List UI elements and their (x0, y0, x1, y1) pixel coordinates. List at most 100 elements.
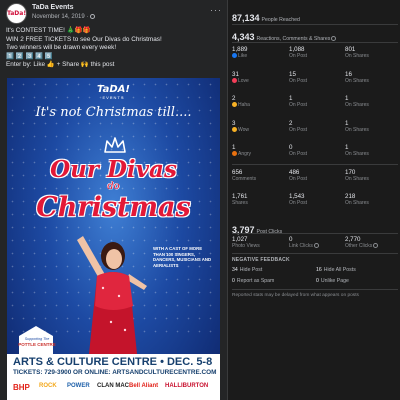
stat-label: On Shares (345, 102, 369, 108)
divider (232, 233, 398, 234)
stat-label-row: Haha (232, 102, 287, 108)
stat-label-row: Shares (232, 200, 287, 206)
stat-label: Comments (232, 175, 257, 182)
reaction-stat-on-shares: 170 On Shares (345, 169, 400, 182)
stat-label-row: On Shares (345, 78, 400, 84)
reaction-stat-on-post: 1,543 On Post (289, 193, 344, 206)
sponsor-logo: CLAN MAC (97, 383, 129, 389)
stat-label-row: On Shares (345, 127, 400, 133)
stat-label-row: On Post (289, 53, 344, 59)
stat-label: On Post (289, 77, 308, 84)
divider (232, 164, 398, 165)
negative-unlike-page: 0 Unlike Page (316, 278, 349, 284)
negative-label: Report as Spam (236, 278, 275, 284)
stat-label: On Post (289, 53, 308, 59)
info-icon[interactable] (373, 243, 379, 248)
stat-label-row: Angry (232, 151, 287, 157)
poster-title-line1: Our Divas (50, 156, 177, 183)
stat-label-row: On Shares (345, 176, 400, 182)
stat-label: Shares (232, 200, 248, 206)
negative-value: 16 (316, 267, 322, 273)
stat-label: On Shares (345, 151, 369, 157)
click-value: 2,770 (345, 236, 361, 243)
stat-label: On Shares (345, 175, 369, 182)
stats-disclaimer: Reported stats may be delayed from what … (232, 293, 359, 298)
poster-tagline: It's not Christmas till.... (35, 105, 192, 120)
stat-value: 2 (289, 119, 293, 127)
stat-value: 16 (345, 70, 352, 78)
reaction-stat-on-shares: 218 On Shares (345, 193, 400, 206)
sponsor-logo: BHP (13, 383, 30, 392)
stat-label: On Shares (345, 126, 369, 133)
post-text-line: Enter by: Like 👍 + Share 🙌 this post (6, 61, 115, 69)
stat-value: 2 (232, 95, 236, 102)
sponsor-name-text: POTTLE CENTRE (18, 342, 56, 347)
stat-label: Angry (238, 151, 252, 157)
stat-value: 801 (345, 46, 356, 53)
post-image-poster[interactable]: TaDA! EVENTS It's not Christmas till....… (7, 78, 220, 400)
stat-value: 0 (289, 144, 293, 151)
click-label: Photo Views (232, 243, 260, 249)
click-col-other-clicks: 2,770 Other Clicks (345, 236, 400, 249)
divider (232, 42, 398, 43)
info-icon[interactable] (313, 243, 319, 248)
post-text-line: Two winners will be drawn every week! (6, 44, 117, 52)
negative-report-spam: 0 Report as Spam (232, 278, 274, 284)
poster-logo: TaDA! (97, 84, 130, 95)
stat-label-row: On Shares (345, 200, 400, 206)
poster-cast-text: With a cast of more than 100 singers, da… (153, 246, 212, 268)
stat-value: 170 (345, 168, 356, 176)
stat-label-row: Comments (232, 176, 287, 182)
stat-value: 3 (232, 119, 236, 127)
post-date[interactable]: November 14, 2019 · (32, 14, 96, 20)
singer-figure (77, 236, 147, 354)
reaction-stat-on-shares: 801 On Shares (345, 46, 400, 59)
sponsor-logo: Bell Aliant (129, 383, 159, 389)
page-name-link[interactable]: TaDa Events (32, 4, 74, 11)
wow-icon (232, 126, 237, 132)
stat-label: Like (238, 53, 248, 59)
sponsor-name: Supporting The POTTLE CENTRE (17, 337, 57, 347)
reaction-stat-on-post: 2 On Post (289, 120, 344, 133)
love-icon (232, 77, 237, 83)
page-avatar[interactable]: TaDa! (6, 3, 27, 24)
like-icon (232, 53, 237, 58)
poster-tickets: TICKETS: 729-3900 OR ONLINE: ARTSANDCULT… (13, 369, 217, 376)
stat-label: On Post (289, 175, 308, 182)
stat-value: 1 (345, 95, 349, 102)
stat-label-row: On Post (289, 127, 344, 133)
stat-label-row: Like (232, 53, 287, 59)
stat-label: On Shares (345, 53, 369, 59)
more-options-icon[interactable]: ··· (210, 5, 222, 15)
stat-value: 15 (289, 70, 296, 78)
negative-hide-post: 34 Hide Post (232, 267, 262, 273)
avatar-text: TaDa! (6, 10, 27, 17)
poster-bottom-band: ARTS & CULTURE CENTRE • DEC. 5-8 TICKETS… (7, 354, 220, 400)
negative-value: 34 (232, 267, 238, 273)
globe-icon (90, 14, 96, 19)
stat-label: On Post (289, 200, 308, 206)
stat-value: 1 (232, 144, 236, 151)
negative-label: Hide All Posts (323, 267, 356, 273)
reaction-stat-on-post: 1,088 On Post (289, 46, 344, 59)
info-icon[interactable] (331, 36, 337, 41)
poster-title-line3: Christmas (36, 192, 191, 223)
click-col-link-clicks: 0 Link Clicks (289, 236, 344, 249)
poster-title-line2: do (107, 181, 120, 192)
stat-value: 1 (289, 95, 293, 102)
reaction-stat-on-shares: 1 On Shares (345, 120, 400, 133)
reaction-stat-on-post: 486 On Post (289, 169, 344, 182)
stat-value: 1,889 (232, 46, 248, 53)
click-label: Other Clicks (345, 243, 373, 249)
people-reached-value: 87,134 (232, 13, 260, 23)
reaction-stat-total: 1,761 Shares (232, 193, 287, 206)
post-text: It's CONTEST TIME! 🎄🎁🎁 WIN 2 FREE TICKET… (6, 27, 222, 70)
click-label: Link Clicks (289, 243, 313, 249)
reaction-stat-on-shares: 1 On Shares (345, 144, 400, 157)
stat-label: Haha (238, 102, 250, 108)
stat-label: On Shares (345, 200, 369, 206)
negative-hide-all-posts: 16 Hide All Posts (316, 267, 356, 273)
divider (232, 24, 398, 25)
click-label-row: Link Clicks (289, 243, 344, 249)
negative-value: 0 (232, 278, 235, 284)
